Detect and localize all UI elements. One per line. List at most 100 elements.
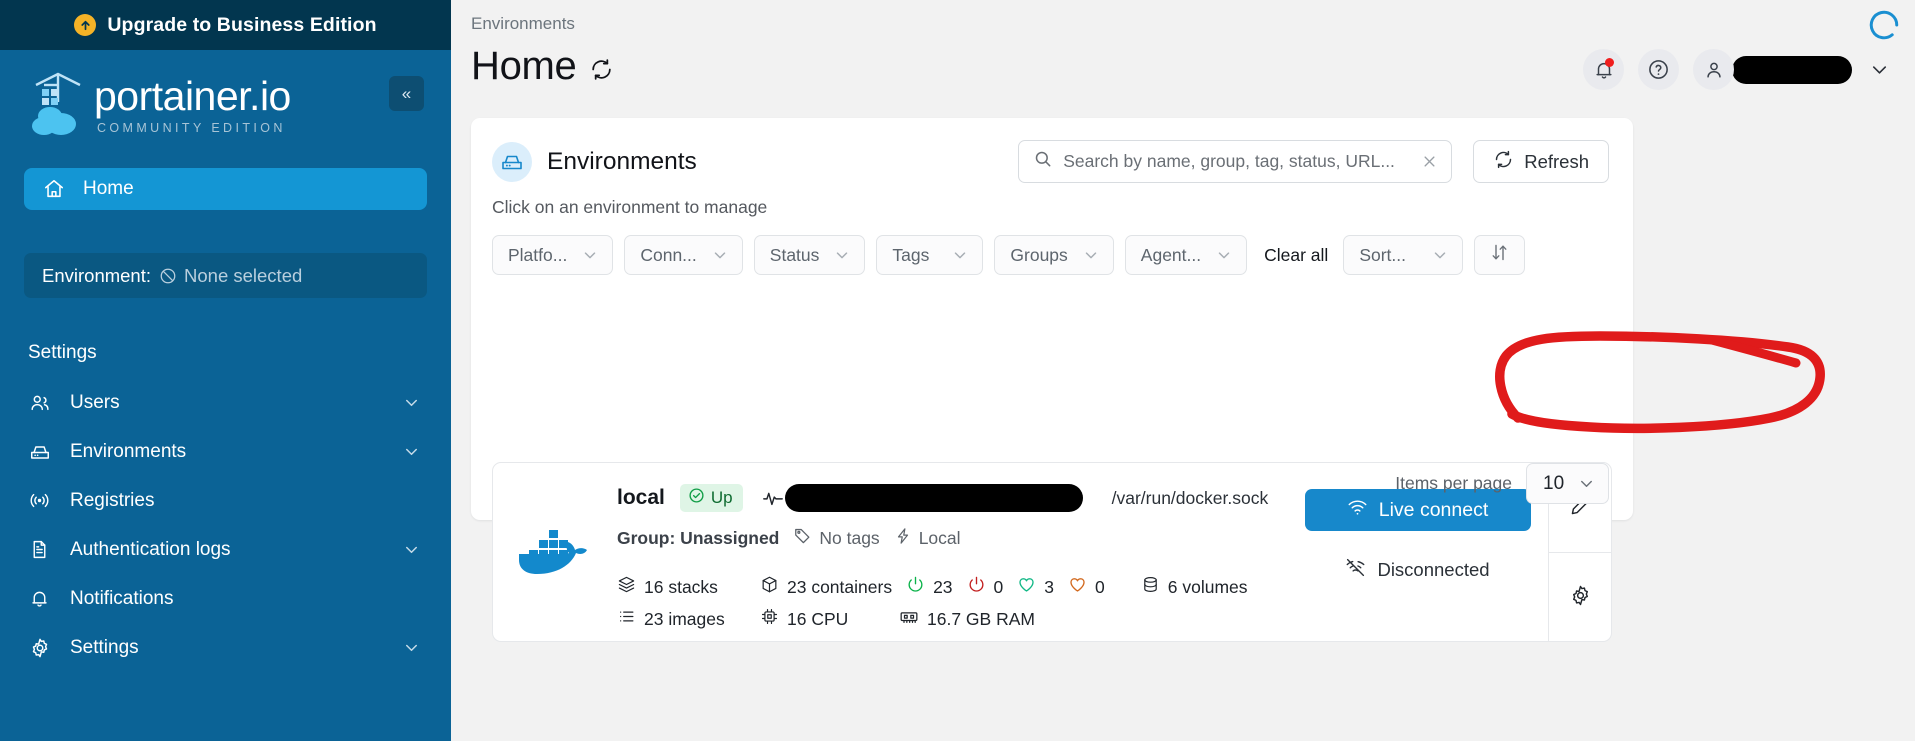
notification-badge-dot [1605,58,1614,67]
environment-stats-line-1: 16 stacks 23 containers 23 0 3 0 6 volum… [617,571,1287,603]
notifications-button[interactable] [1583,49,1624,90]
filter-connection[interactable]: Conn... [624,235,743,275]
refresh-button[interactable]: Refresh [1473,140,1609,183]
sidebar-collapse-button[interactable]: « [389,76,424,111]
user-icon [1706,62,1721,78]
breadcrumb[interactable]: Environments [471,14,1915,34]
chevron-down-icon [833,246,851,264]
activity-icon [762,487,784,509]
filter-groups[interactable]: Groups [994,235,1114,275]
stat-cpu: 16 CPU [760,607,899,631]
chevron-down-icon [402,393,421,412]
brand-logo[interactable]: portainer.io COMMUNITY EDITION « [0,50,451,156]
layers-icon [617,575,636,599]
registries-icon [28,489,51,512]
refresh-icon[interactable] [589,57,614,82]
sidebar-item-environments[interactable]: Environments [0,427,451,476]
environment-selector[interactable]: Environment: None selected [24,253,427,298]
page-title: Home [471,44,577,88]
sidebar-item-registries[interactable]: Registries [0,476,451,525]
filter-tags-label: Tags [892,244,930,265]
heart-broken-icon [1068,575,1087,599]
chip-icon [760,607,779,631]
sidebar-item-users-label: Users [70,391,120,413]
environment-url-redacted [784,484,1083,512]
user-menu[interactable] [1693,49,1891,90]
pagination-footer: Items per page 10 [1395,463,1609,504]
filter-status-label: Status [769,244,820,265]
filter-platform-label: Platfo... [508,244,568,265]
environment-meta-line: Group: Unassigned No tags Local [617,525,1287,551]
chevron-down-icon[interactable] [1868,58,1891,81]
environment-settings-button[interactable] [1549,551,1611,642]
stat-volumes: 6 volumes [1141,575,1248,599]
stat-containers-unhealthy: 0 [1068,575,1105,599]
environment-name: local [617,486,665,509]
environment-selector-value: None selected [184,264,303,286]
environment-type: Local [894,527,961,550]
environments-card: Environments Refresh [471,118,1633,642]
sidebar-item-notifications[interactable]: Notifications [0,574,451,623]
status-badge: Up [679,484,743,512]
stat-containers-running: 23 [906,575,953,599]
gear-icon [1569,584,1592,610]
environment-type-label: Local [918,527,961,548]
connection-status: Disconnected [1345,557,1490,583]
filter-connection-label: Conn... [640,244,697,265]
chevron-down-icon [581,246,599,264]
card-title: Environments [547,147,697,175]
sidebar-item-authentication-logs-label: Authentication logs [70,538,231,560]
sort-direction-button[interactable] [1474,235,1526,275]
users-icon [28,391,51,414]
sidebar-item-users[interactable]: Users [0,378,451,427]
arrow-up-circle-icon [74,14,97,36]
tag-icon [793,526,812,550]
sidebar-item-home[interactable]: Home [24,168,427,210]
stat-containers-unhealthy-value: 0 [1095,576,1105,597]
document-icon [28,538,51,561]
environments-icon [28,440,51,463]
cube-icon [760,575,779,599]
chevron-down-icon [402,442,421,461]
refresh-button-label: Refresh [1524,150,1589,172]
database-icon [1141,575,1160,599]
sidebar-item-home-label: Home [83,178,134,199]
environments-icon [492,141,532,182]
filter-agent[interactable]: Agent... [1124,235,1248,275]
topbar-actions [1583,49,1891,90]
sidebar-item-authentication-logs[interactable]: Authentication logs [0,525,451,574]
stat-ram-label: 16.7 GB RAM [927,608,1035,629]
chevron-down-icon [951,246,969,264]
check-circle-icon [688,487,705,509]
chevron-down-icon [402,638,421,657]
filter-status[interactable]: Status [753,235,866,275]
status-badge-label: Up [710,488,733,507]
search-box[interactable] [1018,140,1453,183]
card-subtitle: Click on an environment to manage [492,197,768,217]
close-icon[interactable] [1420,152,1439,171]
search-input[interactable] [1063,151,1411,172]
stat-stacks-label: 16 stacks [644,576,718,597]
sidebar: Upgrade to Business Edition portainer.io… [0,0,451,741]
refresh-icon [1493,149,1514,175]
question-circle-icon [1649,60,1668,79]
gear-icon [28,636,51,659]
help-button[interactable] [1638,49,1679,90]
filter-platform[interactable]: Platfo... [492,235,614,275]
items-per-page-label: Items per page [1395,473,1512,493]
avatar[interactable] [1693,49,1734,90]
sidebar-nav: Users Environments Registries Authentica… [0,378,451,672]
stat-ram: 16.7 GB RAM [899,607,1035,632]
items-per-page-select[interactable]: 10 [1526,463,1609,504]
heart-icon [1017,575,1036,599]
environment-stats-line-2: 23 images 16 CPU 16.7 GB RAM [617,603,1287,635]
clear-all-button[interactable]: Clear all [1260,245,1332,266]
stat-containers-healthy-value: 3 [1044,576,1055,597]
sidebar-item-settings[interactable]: Settings [0,623,451,672]
filter-groups-label: Groups [1010,244,1068,265]
sort-select[interactable]: Sort... [1343,235,1464,275]
sidebar-item-settings-label: Settings [70,636,139,658]
sort-select-label: Sort... [1359,244,1407,265]
upgrade-banner[interactable]: Upgrade to Business Edition [0,0,451,50]
filter-tags[interactable]: Tags [876,235,984,275]
